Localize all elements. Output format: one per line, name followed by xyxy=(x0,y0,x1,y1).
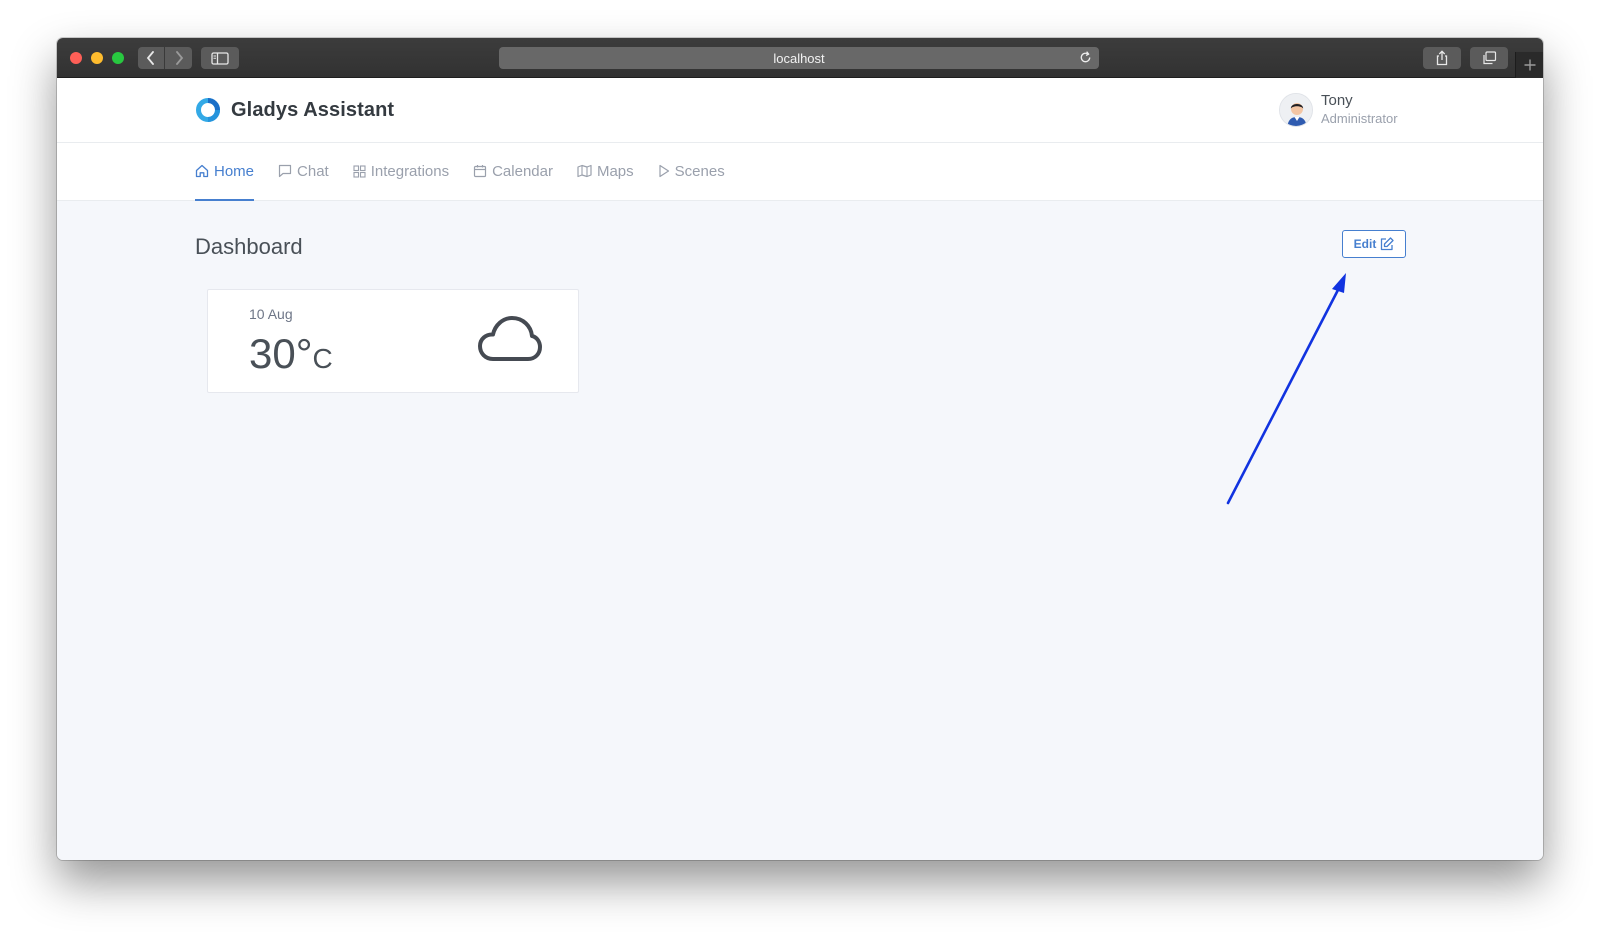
grid-icon xyxy=(353,164,366,178)
nav-chat-label: Chat xyxy=(297,162,329,180)
user-avatar-icon xyxy=(1280,93,1312,126)
nav-scenes[interactable]: Scenes xyxy=(658,143,725,201)
nav-calendar[interactable]: Calendar xyxy=(473,143,553,201)
sidebar-toggle-button[interactable] xyxy=(201,47,239,69)
home-icon xyxy=(195,164,209,178)
chevron-left-icon xyxy=(146,51,154,65)
play-icon xyxy=(658,164,670,178)
user-menu[interactable]: Tony Administrator xyxy=(1279,92,1398,127)
url-text: localhost xyxy=(773,50,825,66)
back-button[interactable] xyxy=(138,47,165,69)
user-info: Tony Administrator xyxy=(1321,92,1398,127)
chevron-right-icon xyxy=(175,51,183,65)
weather-temperature: 30°C xyxy=(249,330,333,378)
nav-home-label: Home xyxy=(214,162,255,180)
calendar-icon xyxy=(473,164,487,178)
edit-button[interactable]: Edit xyxy=(1342,230,1406,258)
avatar xyxy=(1279,92,1313,127)
nav-integrations-label: Integrations xyxy=(370,162,450,180)
sidebar-icon xyxy=(211,51,229,65)
minimize-window-button[interactable] xyxy=(91,52,103,64)
nav-chat[interactable]: Chat xyxy=(278,143,329,201)
zoom-window-button[interactable] xyxy=(112,52,124,64)
forward-button[interactable] xyxy=(165,47,192,69)
weather-card: 10 Aug 30°C xyxy=(207,289,579,393)
show-tabs-button[interactable] xyxy=(1470,47,1508,69)
nav-integrations[interactable]: Integrations xyxy=(353,143,449,201)
nav-home[interactable]: Home xyxy=(195,143,255,201)
map-icon xyxy=(577,164,592,178)
close-window-button[interactable] xyxy=(70,52,82,64)
share-icon xyxy=(1436,50,1448,66)
page-title: Dashboard xyxy=(195,234,303,259)
browser-window: localhost Gladys Assistant Tony Administ… xyxy=(57,38,1543,860)
app-name: Gladys Assistant xyxy=(231,98,395,121)
user-role: Administrator xyxy=(1321,111,1398,126)
app-page: Gladys Assistant Tony Administrator Home… xyxy=(57,78,1543,860)
address-bar[interactable]: localhost xyxy=(499,47,1099,69)
gladys-logo-icon xyxy=(196,98,220,122)
chat-icon xyxy=(278,164,292,178)
temperature-unit: C xyxy=(312,343,333,374)
main-nav: Home Chat Integrations Calendar Maps Sce… xyxy=(195,143,749,201)
share-button[interactable] xyxy=(1423,47,1461,69)
plus-icon xyxy=(1524,59,1535,71)
edit-button-label: Edit xyxy=(1353,237,1377,251)
temperature-value: 30° xyxy=(249,330,313,377)
cloud-icon xyxy=(478,316,542,361)
nav-calendar-label: Calendar xyxy=(492,162,553,180)
nav-scenes-label: Scenes xyxy=(674,162,725,180)
user-name: Tony xyxy=(1321,92,1353,109)
nav-maps-label: Maps xyxy=(596,162,634,180)
reload-button[interactable] xyxy=(1078,50,1093,70)
weather-date: 10 Aug xyxy=(249,306,293,322)
tabs-overview-icon xyxy=(1482,51,1496,65)
reload-icon xyxy=(1080,51,1091,63)
app-header: Gladys Assistant Tony Administrator xyxy=(57,78,1543,143)
browser-titlebar: localhost xyxy=(57,38,1543,78)
main-nav-bar: Home Chat Integrations Calendar Maps Sce… xyxy=(57,143,1543,201)
nav-maps[interactable]: Maps xyxy=(577,143,634,201)
brand-link[interactable]: Gladys Assistant xyxy=(195,97,394,123)
new-tab-button[interactable] xyxy=(1515,52,1543,78)
dashboard-content: Dashboard Edit 10 Aug 30°C xyxy=(57,201,1543,860)
history-nav xyxy=(138,47,192,69)
edit-icon xyxy=(1380,237,1394,251)
